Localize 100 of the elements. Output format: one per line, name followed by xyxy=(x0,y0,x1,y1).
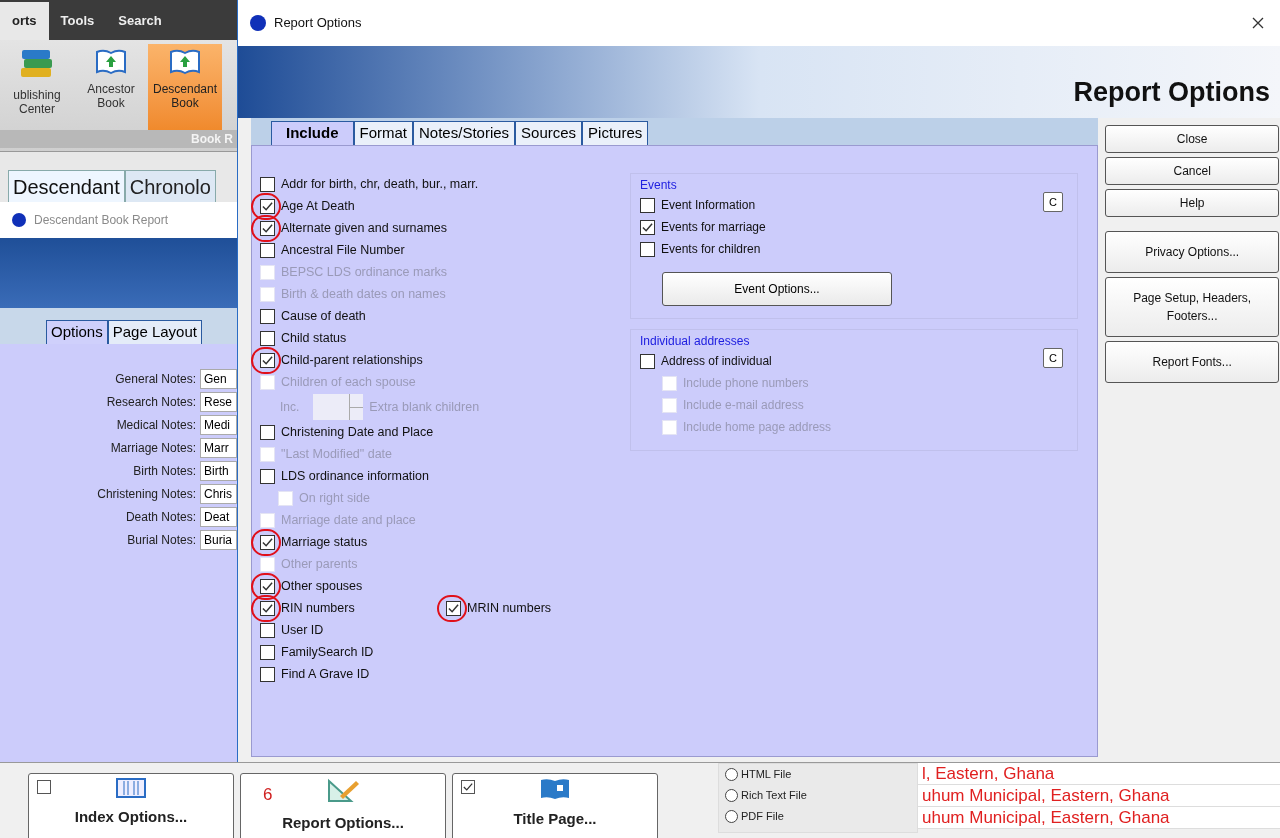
checkbox[interactable] xyxy=(260,352,275,368)
ribbon-tab[interactable]: orts xyxy=(0,2,49,40)
spinner-suffix: Extra blank children xyxy=(369,398,480,416)
dialog-tab[interactable]: Notes/Stories xyxy=(413,121,516,145)
checkbox[interactable] xyxy=(260,330,275,346)
ribbon-tab[interactable]: Search xyxy=(106,2,174,40)
checkbox-label: Marriage status xyxy=(281,533,368,551)
checkbox-label: RIN numbers xyxy=(281,599,355,617)
check-icon xyxy=(642,221,653,233)
book-option-button[interactable]: Index Options... xyxy=(28,773,234,838)
dialog-tab[interactable]: Include xyxy=(271,121,354,145)
checkbox[interactable] xyxy=(461,780,475,794)
report-title: Descendant Book Report xyxy=(34,212,169,229)
input-field[interactable]: Gen xyxy=(200,369,237,389)
event-options-button[interactable]: Event Options... xyxy=(662,272,892,306)
checkbox-label: Address of individual xyxy=(661,353,772,370)
checkbox-label: On right side xyxy=(299,489,370,507)
options-tab[interactable]: Options xyxy=(46,320,108,344)
ruler-pencil-icon xyxy=(326,778,360,804)
field-label: General Notes: xyxy=(114,371,197,388)
options-tab[interactable]: Page Layout xyxy=(107,320,202,344)
dialog-tab[interactable]: Format xyxy=(353,121,414,145)
radio-button[interactable] xyxy=(725,768,738,781)
input-field[interactable]: Buria xyxy=(200,530,237,550)
side-button[interactable]: Page Setup, Headers, Footers... xyxy=(1105,277,1280,337)
checkbox-label: Cause of death xyxy=(281,307,366,325)
ribbon-group-label: Book R xyxy=(0,130,237,148)
checkbox-label: BEPSC LDS ordinance marks xyxy=(281,263,448,281)
input-field[interactable]: Chris xyxy=(200,484,237,504)
side-button[interactable]: Report Fonts... xyxy=(1105,341,1280,383)
checkbox[interactable] xyxy=(640,241,655,257)
place-cell: uhum Municipal, Eastern, Ghana xyxy=(918,807,1280,829)
dialog-heading: Report Options xyxy=(1073,75,1270,109)
input-field[interactable]: Rese xyxy=(200,392,237,412)
checkbox[interactable] xyxy=(260,622,275,638)
book-icon xyxy=(540,778,570,800)
check-icon xyxy=(262,602,273,614)
checkbox[interactable] xyxy=(260,198,275,214)
ribbon-tab[interactable]: Tools xyxy=(48,2,107,40)
side-button[interactable]: Privacy Options... xyxy=(1105,231,1280,273)
checkbox[interactable] xyxy=(260,242,275,258)
checkbox[interactable] xyxy=(260,666,275,682)
field-label: Christening Notes: xyxy=(96,486,197,503)
checkbox-label: Include home page address xyxy=(683,419,832,436)
close-icon xyxy=(1252,17,1264,29)
side-button[interactable]: Cancel xyxy=(1105,157,1280,185)
input-field[interactable]: Deat xyxy=(200,507,237,527)
checkbox[interactable] xyxy=(260,644,275,660)
checkbox[interactable] xyxy=(260,220,275,236)
field-label: Research Notes: xyxy=(105,394,197,411)
ribbon-button[interactable]: Descendant Book xyxy=(148,44,222,130)
checkbox[interactable] xyxy=(446,600,461,616)
checkbox[interactable] xyxy=(640,353,655,369)
clear-button[interactable]: C xyxy=(1043,192,1063,212)
radio-button[interactable] xyxy=(725,810,738,823)
checkbox[interactable] xyxy=(260,176,275,192)
report-tab[interactable]: Descendant xyxy=(8,170,125,202)
checkbox[interactable] xyxy=(640,197,655,213)
window-title: Report Options xyxy=(274,14,362,33)
input-field[interactable]: Marr xyxy=(200,438,237,458)
ribbon-button[interactable]: ublishing Center xyxy=(0,44,74,130)
group-title: Individual addresses xyxy=(640,333,751,350)
checkbox[interactable] xyxy=(260,424,275,440)
checkbox-label: Marriage date and place xyxy=(281,511,416,529)
checkbox-label: Age At Death xyxy=(281,197,355,215)
checkbox-label: Child status xyxy=(281,329,347,347)
place-cell: l, Eastern, Ghana xyxy=(918,763,1280,785)
checkbox-label: "Last Modified" date xyxy=(281,445,393,463)
report-tab[interactable]: Chronolo xyxy=(124,170,216,202)
checkbox-label: Events for children xyxy=(661,241,761,258)
checkbox-label: User ID xyxy=(281,621,324,639)
checkbox[interactable] xyxy=(260,308,275,324)
checkbox-label: Children of each spouse xyxy=(281,373,416,391)
checkbox[interactable] xyxy=(640,219,655,235)
dialog-tab[interactable]: Pictures xyxy=(582,121,649,145)
side-button[interactable]: Help xyxy=(1105,189,1280,217)
book-option-button[interactable]: Title Page... xyxy=(452,773,658,838)
input-field[interactable]: Medi xyxy=(200,415,237,435)
checkbox-label: Other parents xyxy=(281,555,358,573)
book-icon xyxy=(169,48,201,76)
field-label: Burial Notes: xyxy=(126,532,197,549)
step-number: 6 xyxy=(263,784,273,806)
checkbox-label: Other spouses xyxy=(281,577,363,595)
checkbox[interactable] xyxy=(260,468,275,484)
checkbox[interactable] xyxy=(260,534,275,550)
checkbox-label: LDS ordinance information xyxy=(281,467,429,485)
checkbox[interactable] xyxy=(260,600,275,616)
dialog-tab[interactable]: Sources xyxy=(515,121,583,145)
ribbon-button[interactable]: Ancestor Book xyxy=(74,44,148,130)
checkbox[interactable] xyxy=(260,578,275,594)
checkbox-label: Christening Date and Place xyxy=(281,423,434,441)
checkbox-label: Events for marriage xyxy=(661,219,766,236)
checkbox[interactable] xyxy=(37,780,51,794)
side-button[interactable]: Close xyxy=(1105,125,1280,153)
book-option-button[interactable]: 6 Report Options... xyxy=(240,773,446,838)
radio-button[interactable] xyxy=(725,789,738,802)
logo-icon xyxy=(12,213,26,227)
input-field[interactable]: Birth xyxy=(200,461,237,481)
radio-label: Rich Text File xyxy=(741,788,807,804)
clear-button[interactable]: C xyxy=(1043,348,1063,368)
